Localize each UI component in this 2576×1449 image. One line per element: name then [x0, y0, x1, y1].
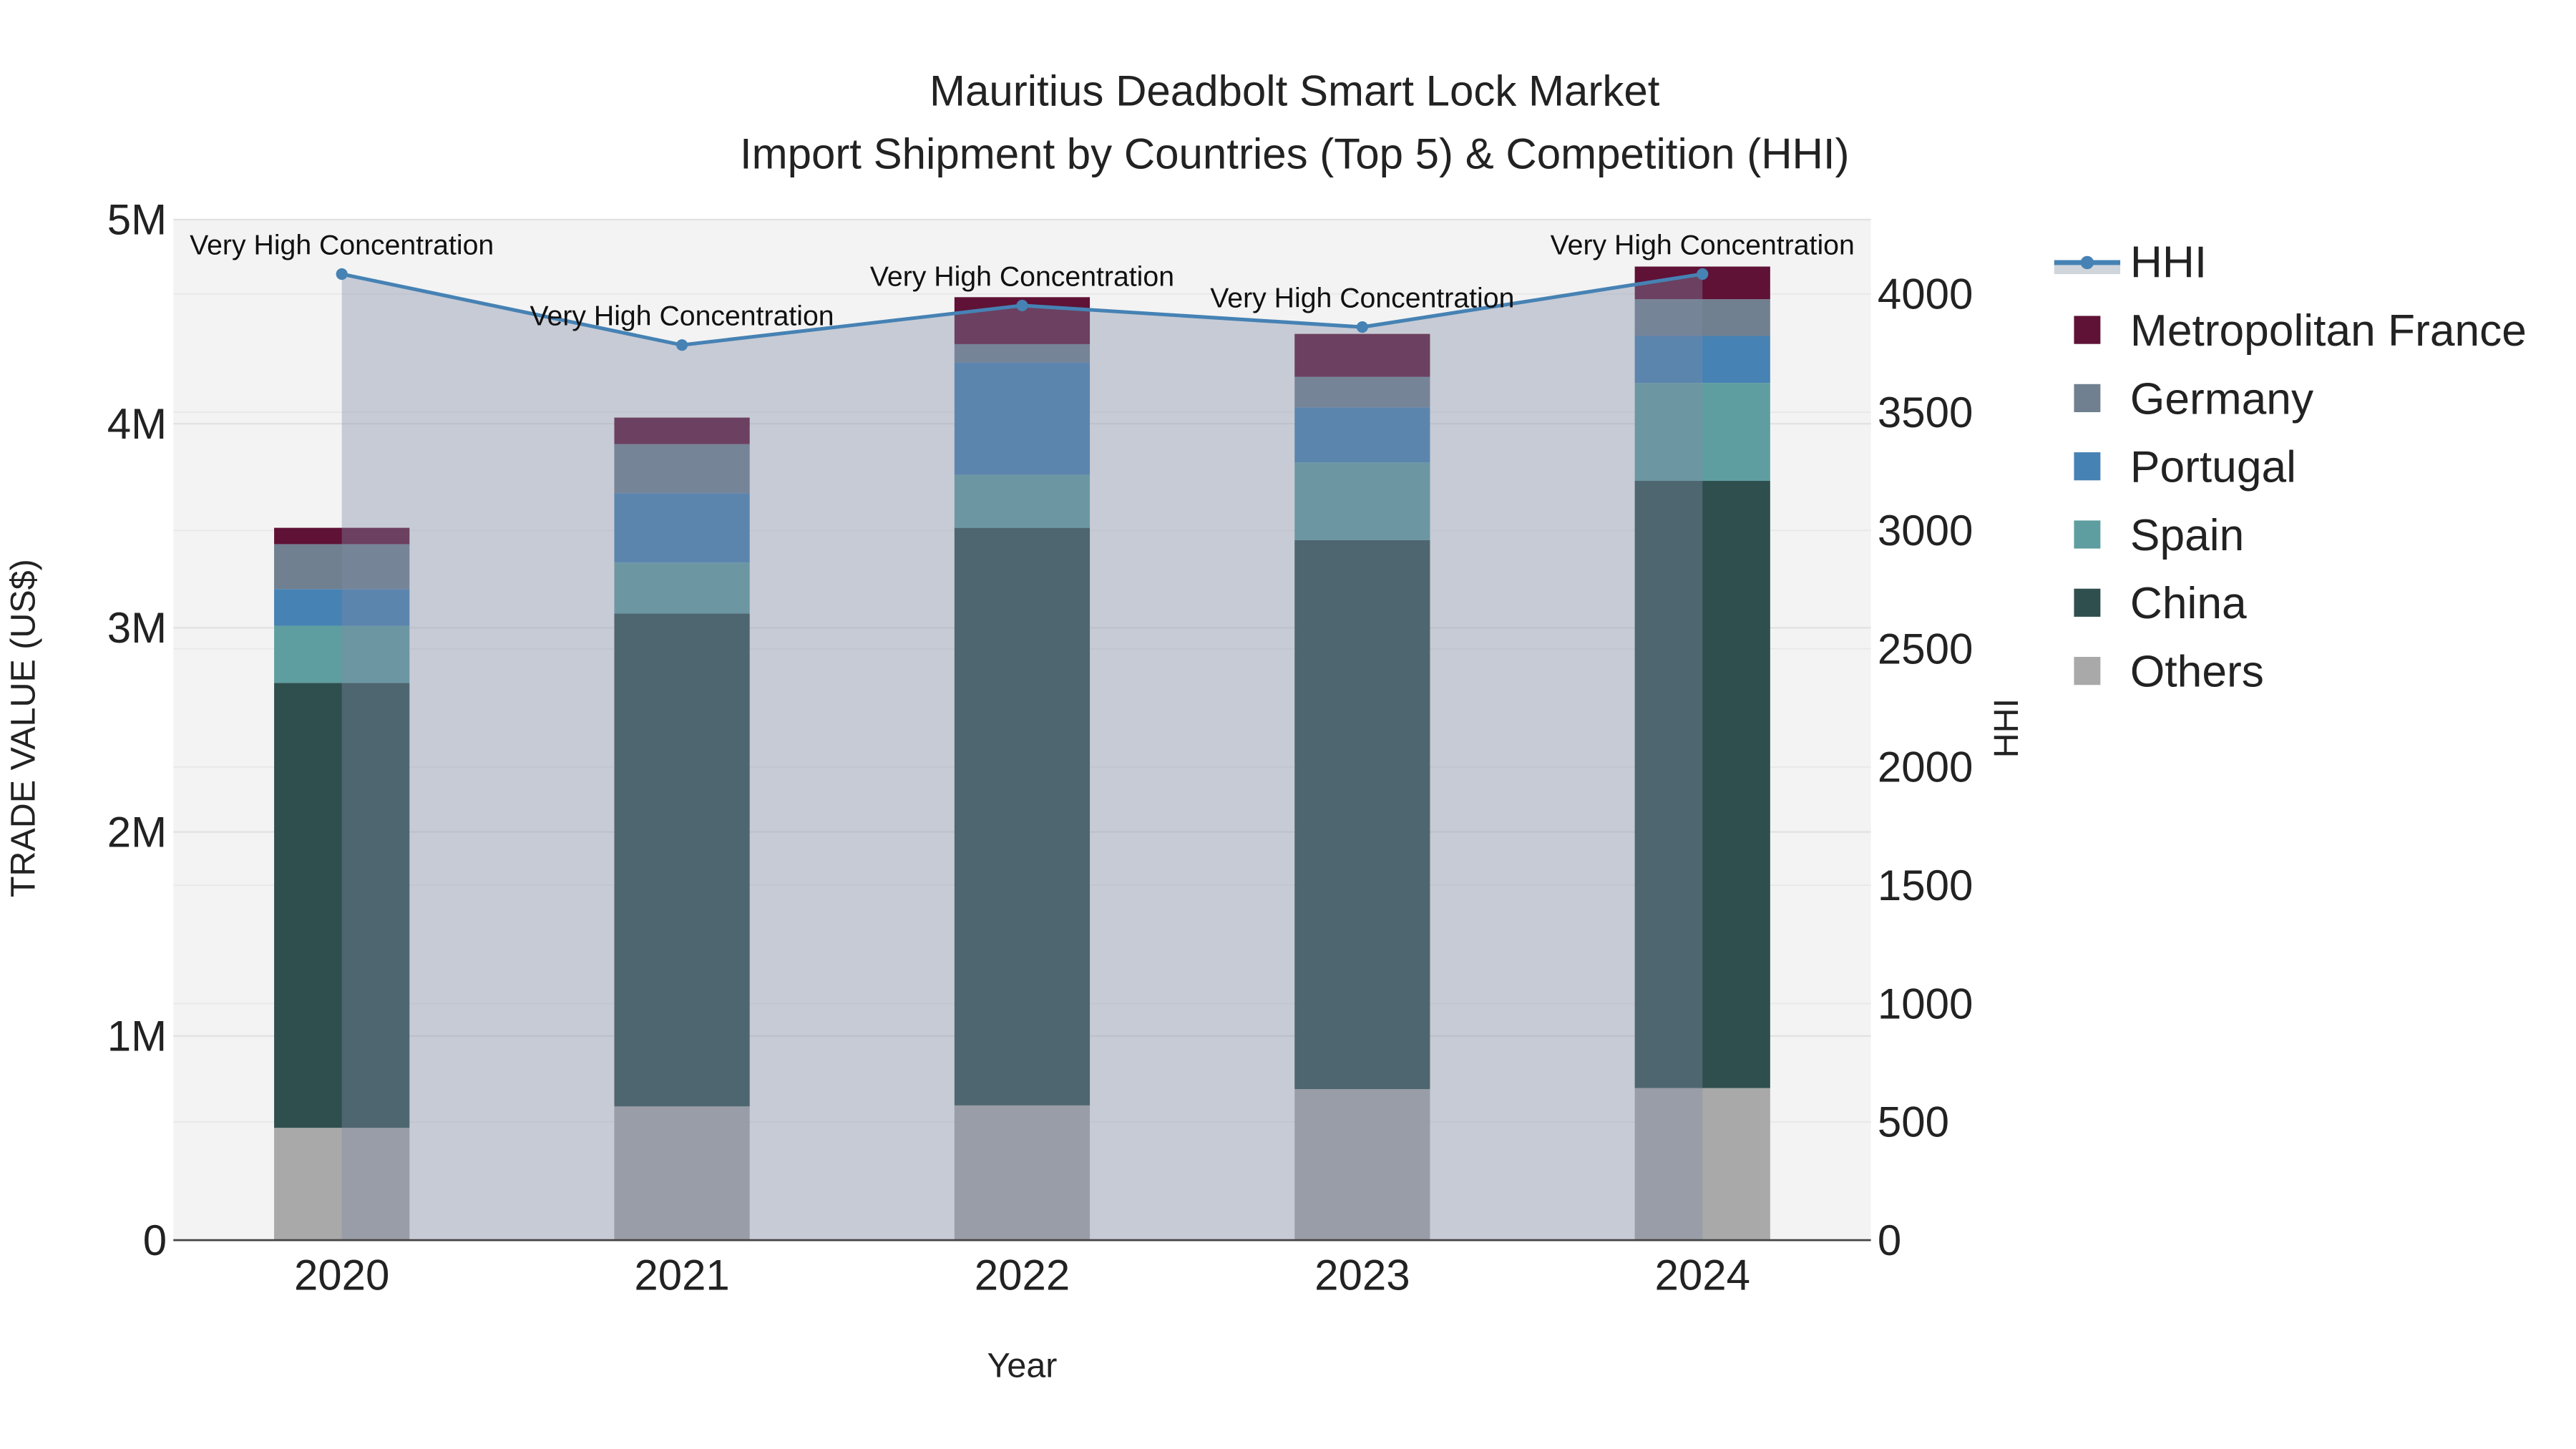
hhi-annotation: Very High Concentration [530, 300, 834, 331]
y-tick-label: 5M [107, 196, 167, 244]
legend-label: Germany [2130, 374, 2314, 424]
legend-swatch [2074, 657, 2101, 686]
y2-tick-label: 3000 [1878, 507, 1973, 555]
legend-swatch [2074, 316, 2101, 344]
hhi-point-2021[interactable] [676, 339, 688, 351]
y2-tick-label: 1000 [1878, 980, 1973, 1028]
x-tick-label: 2022 [975, 1251, 1070, 1299]
y2-tick-label: 2500 [1878, 625, 1973, 673]
chart-title-line2: Import Shipment by Countries (Top 5) & C… [740, 130, 1850, 177]
y2-tick-label: 500 [1878, 1098, 1949, 1146]
y2-tick-label: 1500 [1878, 862, 1973, 909]
hhi-annotation: Very High Concentration [1551, 229, 1855, 260]
hhi-point-2022[interactable] [1016, 299, 1028, 312]
legend-label: HHI [2130, 238, 2207, 288]
y2-tick-label: 2000 [1878, 743, 1973, 791]
hhi-point-2023[interactable] [1356, 321, 1368, 333]
legend-label: Others [2130, 648, 2264, 697]
x-tick-label: 2021 [634, 1251, 729, 1299]
x-tick-label: 2023 [1314, 1251, 1410, 1299]
hhi-series: Very High Concentration Very High Concent… [190, 229, 1855, 1241]
hhi-point-2020[interactable] [336, 268, 348, 280]
hhi-annotation: Very High Concentration [1210, 282, 1514, 313]
hhi-area [341, 274, 1703, 1241]
chart: Mauritius Deadbolt Smart Lock Market Imp… [0, 0, 2576, 1449]
legend-label: Metropolitan France [2130, 306, 2527, 356]
legend-item-metropolitan-france[interactable]: Metropolitan France [2074, 306, 2527, 356]
y2-tick-label: 3500 [1878, 389, 1973, 436]
y-axis-title: TRADE VALUE (US$) [4, 559, 42, 897]
legend-swatch [2074, 452, 2101, 481]
legend-label: Portugal [2130, 443, 2296, 492]
y2-axis-title: HHI [1987, 698, 2026, 758]
hhi-annotation: Very High Concentration [870, 260, 1174, 292]
y2-tick-label: 0 [1878, 1216, 1901, 1264]
legend-swatch [2074, 520, 2101, 549]
y-tick-label: 2M [107, 808, 167, 856]
y-tick-label: 1M [107, 1013, 167, 1060]
x-axis-title: Year [987, 1347, 1058, 1385]
y2-tick-label: 4000 [1878, 270, 1973, 318]
x-tick-label: 2024 [1654, 1251, 1750, 1299]
hhi-point-2024[interactable] [1697, 268, 1709, 280]
legend-swatch [2074, 588, 2101, 617]
y-tick-label: 0 [143, 1216, 167, 1264]
y-tick-label: 4M [107, 400, 167, 448]
legend-hhi-marker [2080, 255, 2094, 270]
chart-title-line1: Mauritius Deadbolt Smart Lock Market [930, 67, 1660, 115]
legend-label: China [2130, 579, 2247, 628]
hhi-annotation: Very High Concentration [190, 229, 494, 260]
legend-label: Spain [2130, 511, 2244, 560]
y-tick-label: 3M [107, 604, 167, 652]
x-tick-label: 2020 [294, 1251, 389, 1299]
legend-swatch [2074, 384, 2101, 412]
